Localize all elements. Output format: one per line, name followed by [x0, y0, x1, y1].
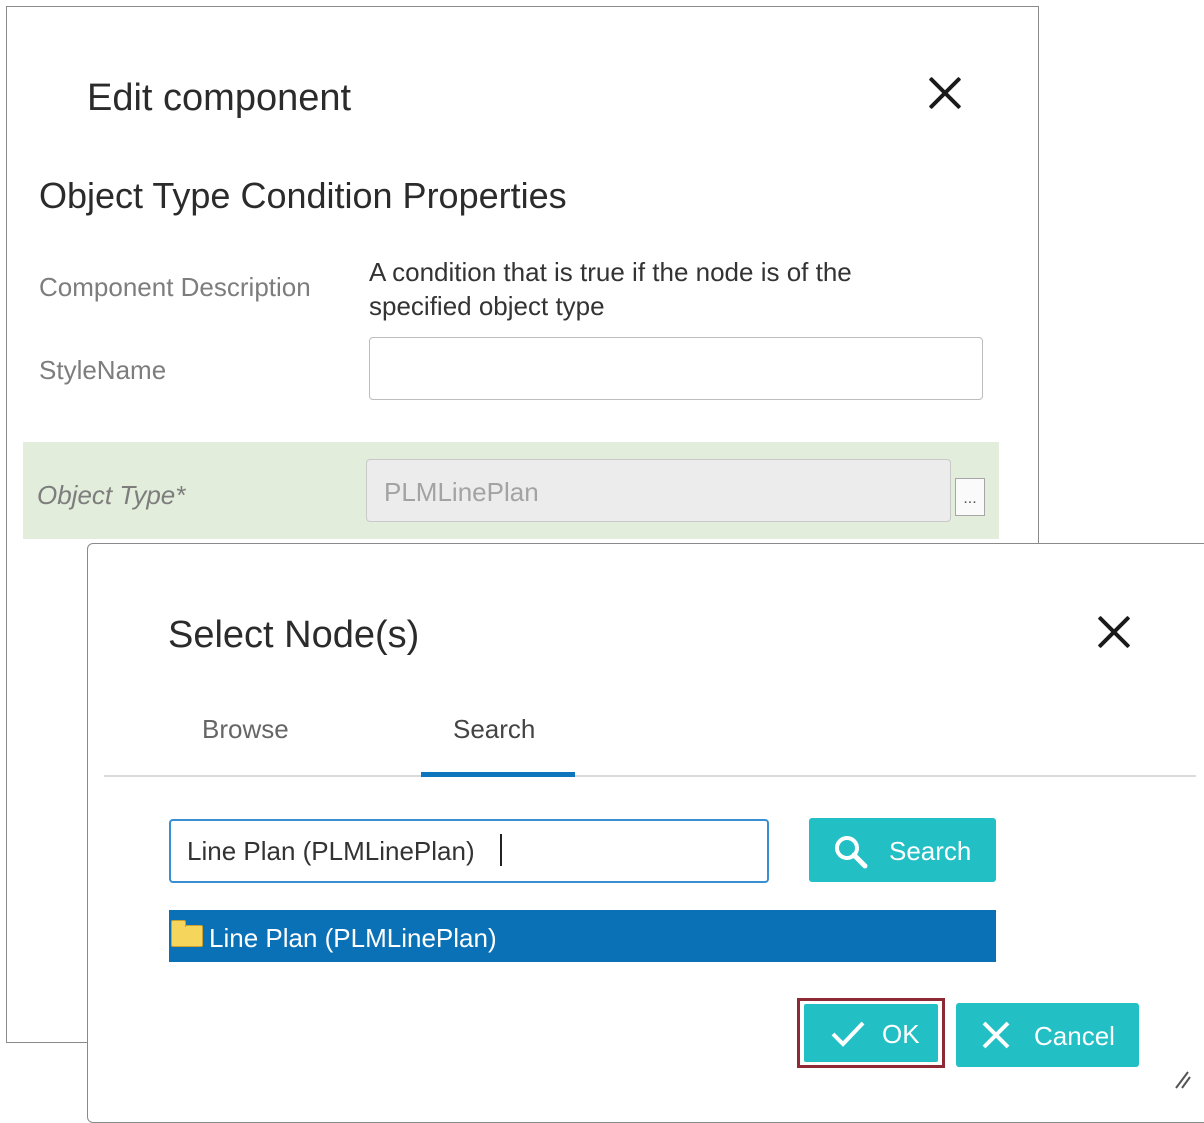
- result-row[interactable]: Line Plan (PLMLinePlan): [169, 910, 996, 962]
- search-icon: [833, 834, 869, 877]
- component-description-label: Component Description: [39, 272, 311, 302]
- ok-button-label: OK: [882, 1019, 920, 1049]
- select-nodes-dialog: Select Node(s) Browse Search Search Line…: [87, 543, 1204, 1123]
- checkmark-icon: [830, 1018, 866, 1057]
- select-dialog-close-icon[interactable]: [1096, 614, 1132, 650]
- resize-handle-icon[interactable]: [1168, 1066, 1192, 1090]
- select-dialog-title: Select Node(s): [168, 614, 420, 656]
- object-type-row: Object Type* PLMLinePlan ...: [23, 442, 999, 539]
- stylename-input[interactable]: [369, 337, 983, 400]
- result-label: Line Plan (PLMLinePlan): [209, 923, 497, 953]
- object-type-input[interactable]: PLMLinePlan: [366, 459, 951, 522]
- search-button[interactable]: Search: [809, 818, 996, 882]
- section-title: Object Type Condition Properties: [39, 175, 567, 216]
- cancel-button[interactable]: Cancel: [956, 1003, 1139, 1067]
- folder-icon: [171, 920, 203, 947]
- text-caret: [500, 834, 502, 866]
- ok-button[interactable]: OK: [804, 1004, 938, 1062]
- component-description-value: A condition that is true if the node is …: [369, 257, 852, 321]
- search-input[interactable]: [169, 819, 769, 883]
- stylename-label: StyleName: [39, 355, 167, 385]
- edit-dialog-title: Edit component: [87, 77, 352, 119]
- tab-browse[interactable]: Browse: [202, 714, 289, 745]
- close-icon: [980, 1019, 1012, 1058]
- object-type-browse-button[interactable]: ...: [955, 478, 985, 516]
- edit-dialog-close-icon[interactable]: [927, 75, 963, 111]
- active-tab-indicator: [421, 772, 575, 777]
- search-button-label: Search: [889, 836, 972, 866]
- tab-divider: [104, 775, 1196, 777]
- object-type-label: Object Type*: [37, 480, 186, 510]
- tab-search[interactable]: Search: [453, 714, 535, 745]
- cancel-button-label: Cancel: [1034, 1021, 1115, 1051]
